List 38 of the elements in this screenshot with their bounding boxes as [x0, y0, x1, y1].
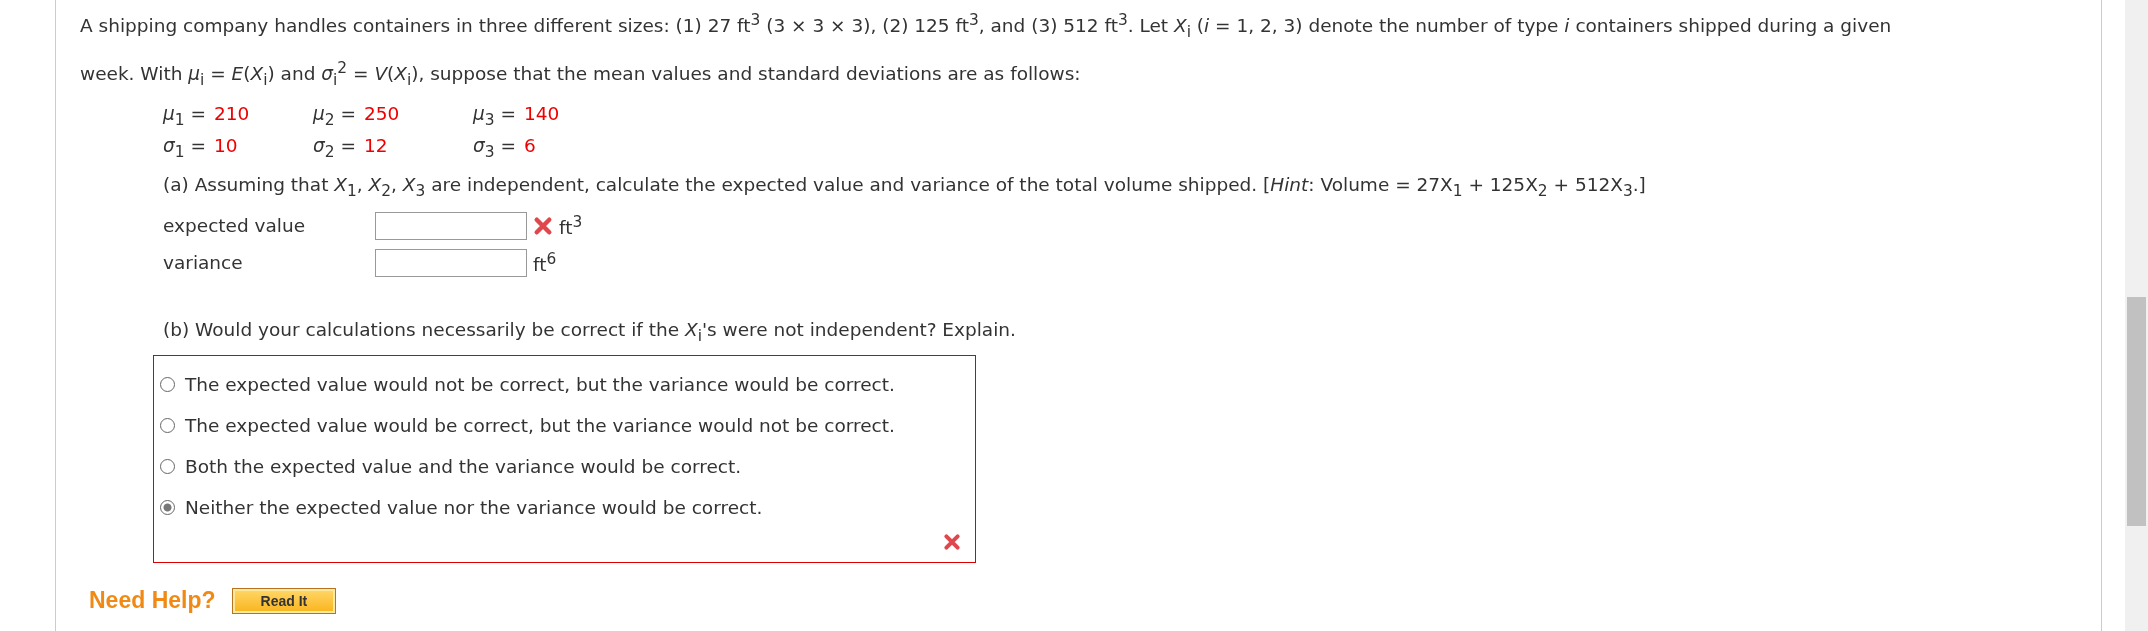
- parameter-symbol: σ$_{1}$ =: [163, 134, 206, 161]
- parameter-value: 12: [363, 134, 388, 158]
- radio-button[interactable]: [160, 500, 175, 516]
- option-label: Neither the expected value nor the variance would be correct.: [185, 497, 763, 519]
- radio-option[interactable]: Both the expected value and the variance would be correct.: [160, 446, 975, 488]
- parameter-symbol: μ$_{2}$ =: [313, 102, 356, 129]
- unit-label: ft$^{3}$: [559, 213, 583, 239]
- parameter-symbol: μ$_{1}$ =: [163, 102, 206, 129]
- scrollbar[interactable]: [2125, 0, 2148, 631]
- option-label: The expected value would be correct, but the variance would not be correct.: [185, 415, 895, 437]
- incorrect-cross-icon: [943, 533, 961, 552]
- radio-button[interactable]: [160, 459, 175, 475]
- need-help-heading: Need Help?: [89, 587, 216, 615]
- field-label: expected value: [163, 215, 307, 237]
- option-label: Both the expected value and the variance would be correct.: [185, 456, 742, 478]
- parameter-symbol: μ$_{3}$ =: [473, 102, 516, 129]
- answer-field[interactable]: [375, 248, 527, 277]
- answer-field[interactable]: [375, 211, 527, 240]
- parameter-symbol: σ$_{3}$ =: [473, 134, 516, 161]
- read-it-button[interactable]: Read It: [231, 587, 337, 614]
- radio-option[interactable]: The expected value would not be correct, but the variance would be correct.: [160, 364, 975, 406]
- radio-button[interactable]: [160, 418, 175, 434]
- radio-button[interactable]: [160, 377, 175, 393]
- field-label: variance: [163, 252, 244, 274]
- radio-option[interactable]: The expected value would be correct, but the variance would not be correct.: [160, 405, 975, 447]
- radio-option[interactable]: Neither the expected value nor the variance would be correct.: [160, 487, 975, 529]
- unit-label: ft$^{6}$: [533, 250, 557, 276]
- option-label: The expected value would not be correct, but the variance would be correct.: [185, 374, 895, 396]
- parameter-value: 10: [213, 134, 238, 158]
- parameter-value: 140: [524, 102, 560, 126]
- parameter-value: 210: [214, 102, 250, 126]
- part-a-prompt: (a) Assuming that X$_{1}$, X$_{2}$, X$_{3}$ are independent, calculate the expected value and variance of the total volume shipped. [Hint: Volume = 27X$_{1}$ + 125X$_{2}$ + 512X$_{3}$.]: [163, 173, 1647, 200]
- question-text: A shipping company handles containers in three different sizes: (1) 27 ft$^{3}$ (3 × 3 × 3), (2) 125 ft$^{3}$, and (3) 512 ft$^{3}$. Let X$_{i}$ (i = 1, 2, 3) denote the number of type i containers shipped during a given week. With μ$_{i}$ = E(X$_{i}$) and σ$_{i}$$^{2}$ = V(X$_{i}$), suppose that the mean values and standard deviations are as follows:: [80, 10, 1893, 91]
- part-b-prompt: (b) Would your calculations necessarily be correct if the X$_{i}$'s were not independent? Explain.: [163, 319, 1017, 346]
- parameter-symbol: σ$_{2}$ =: [313, 134, 356, 161]
- parameter-value: 6: [523, 134, 536, 158]
- parameter-value: 250: [364, 102, 400, 126]
- scrollbar-thumb[interactable]: [2127, 297, 2146, 526]
